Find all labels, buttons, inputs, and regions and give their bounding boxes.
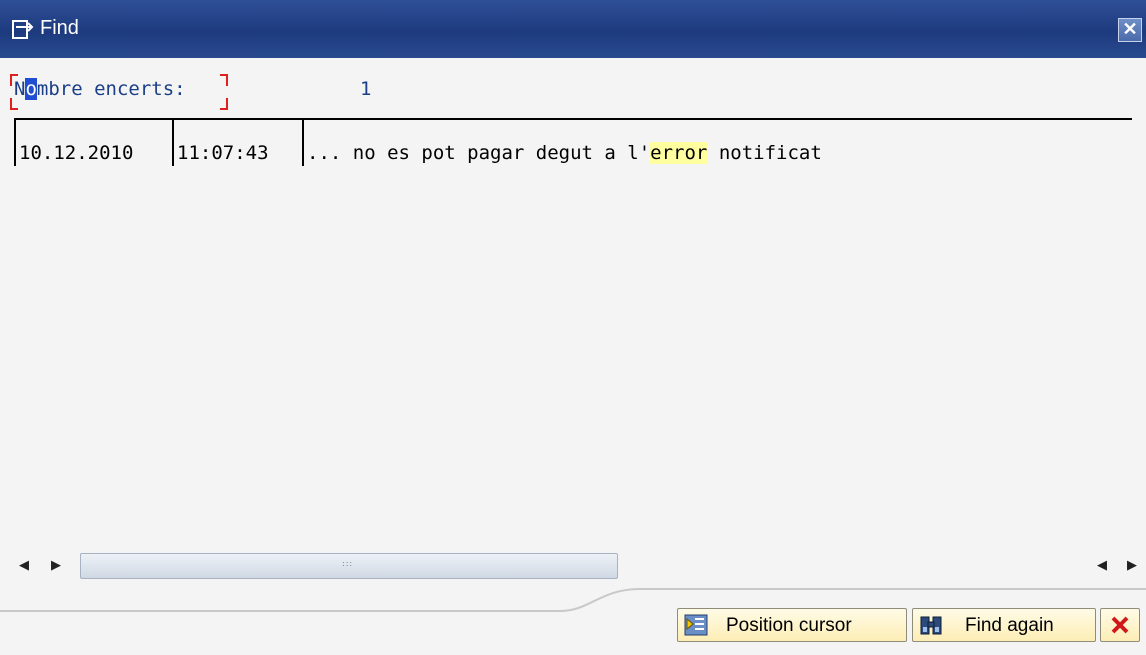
focus-bracket (220, 98, 228, 110)
focus-bracket (220, 74, 228, 86)
position-cursor-icon (684, 614, 708, 636)
result-text-after: notificat (707, 142, 822, 164)
scroll-right-icon-2[interactable]: ▶ (1124, 557, 1140, 575)
result-date: 10.12.2010 (14, 120, 174, 166)
find-again-label: Find again (965, 615, 1054, 636)
dialog-footer: Position cursor Find again (0, 583, 1146, 655)
result-text-before: ... no es pot pagar degut a l' (307, 142, 651, 164)
dialog-window-icon (12, 20, 34, 39)
match-highlight: error (650, 142, 708, 164)
result-time: 11:07:43 (174, 120, 304, 166)
position-cursor-button[interactable]: Position cursor (677, 608, 907, 642)
dialog-titlebar: Find ✕ (0, 0, 1146, 58)
hits-count-label: Nombre encerts: (14, 78, 186, 100)
results-area: Nombre encerts: 1 10.12.2010 11:07:43 ..… (0, 58, 1146, 579)
cancel-button[interactable] (1100, 608, 1140, 642)
scroll-grip-icon: ::: (342, 559, 354, 568)
scroll-thumb[interactable]: ::: (80, 553, 618, 579)
close-window-button[interactable]: ✕ (1118, 18, 1142, 42)
horizontal-scrollbar[interactable]: ◀ ▶ ::: ◀ ▶ (0, 548, 1146, 584)
dialog-title: Find (40, 17, 79, 39)
scroll-left-icon-2[interactable]: ◀ (1094, 557, 1110, 575)
cancel-x-icon (1111, 616, 1129, 634)
result-text: ... no es pot pagar degut a l'error noti… (304, 120, 1124, 166)
position-cursor-label: Position cursor (726, 615, 852, 636)
hits-count-value: 1 (360, 78, 372, 100)
find-again-button[interactable]: Find again (912, 608, 1096, 642)
scroll-right-icon[interactable]: ▶ (48, 557, 64, 575)
scroll-left-icon[interactable]: ◀ (16, 557, 32, 575)
binoculars-icon (920, 616, 942, 635)
